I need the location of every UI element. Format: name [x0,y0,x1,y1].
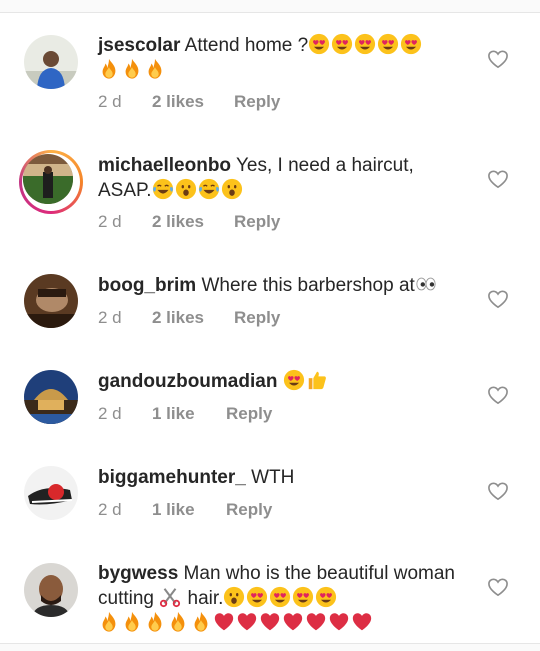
heart-eyes-emoji [269,586,291,608]
header-divider [0,0,540,13]
heart-icon[interactable] [487,577,509,597]
reply-button[interactable]: Reply [234,308,280,328]
comment-username[interactable]: biggamehunter_ [98,467,246,488]
thumbs-up-emoji [306,369,328,391]
red-heart-emoji [282,611,304,633]
likes-count[interactable]: 1 like [152,500,226,520]
fire-emoji [98,58,120,80]
red-heart-emoji [236,611,258,633]
heart-icon[interactable] [487,289,509,309]
scissors-emoji [159,586,181,608]
eyes-emoji [415,273,437,295]
comment-text: WTH [251,467,295,488]
open-mouth-emoji [223,586,245,608]
comment-username[interactable]: boog_brim [98,275,196,296]
comment-text: Where this barbershop at [201,275,415,296]
avatar[interactable] [19,150,83,214]
reply-button[interactable]: Reply [226,500,272,520]
avatar[interactable] [24,563,78,617]
comment-username[interactable]: gandouzboumadian [98,371,277,392]
comment-meta: 2 d 1 like Reply [98,500,272,520]
comment-time: 2 d [98,500,122,519]
heart-eyes-emoji [292,586,314,608]
heart-eyes-emoji [331,33,353,55]
red-heart-emoji [305,611,327,633]
likes-count[interactable]: 2 likes [152,308,234,328]
comment-time: 2 d [98,212,122,231]
tears-of-joy-emoji [198,178,220,200]
avatar[interactable] [24,370,78,424]
comment-username[interactable]: jsescolar [98,35,180,56]
red-heart-emoji [351,611,373,633]
reply-button[interactable]: Reply [234,212,280,232]
red-heart-emoji [328,611,350,633]
heart-eyes-emoji [377,33,399,55]
comment-text: hair. [187,588,224,609]
likes-count[interactable]: 2 likes [152,92,234,112]
reply-button[interactable]: Reply [234,92,280,112]
comment-meta: 2 d 2 likes Reply [98,212,280,232]
avatar[interactable] [24,35,78,89]
heart-eyes-emoji [308,33,330,55]
comment-text: Attend home ? [184,35,309,56]
comment-time: 2 d [98,308,122,327]
likes-count[interactable]: 1 like [152,404,226,424]
fire-emoji [144,58,166,80]
fire-emoji [121,611,143,633]
fire-emoji [190,611,212,633]
comment-meta: 2 d 2 likes Reply [98,308,280,328]
heart-eyes-emoji [283,369,305,391]
avatar[interactable] [24,274,78,328]
heart-icon[interactable] [487,49,509,69]
red-heart-emoji [259,611,281,633]
fire-emoji [98,611,120,633]
comment-username[interactable]: michaelleonbo [98,155,231,176]
heart-eyes-emoji [400,33,422,55]
heart-eyes-emoji [354,33,376,55]
avatar[interactable] [24,466,78,520]
comment-meta: 2 d 2 likes Reply [98,92,280,112]
heart-icon[interactable] [487,169,509,189]
likes-count[interactable]: 2 likes [152,212,234,232]
comment-username[interactable]: bygwess [98,563,178,584]
open-mouth-emoji [221,178,243,200]
tears-of-joy-emoji [152,178,174,200]
red-heart-emoji [213,611,235,633]
comment-time: 2 d [98,404,122,423]
comment-time: 2 d [98,92,122,111]
heart-eyes-emoji [246,586,268,608]
heart-icon[interactable] [487,481,509,501]
heart-icon[interactable] [487,385,509,405]
heart-eyes-emoji [315,586,337,608]
fire-emoji [121,58,143,80]
fire-emoji [144,611,166,633]
comment-meta: 2 d 1 like Reply [98,404,272,424]
open-mouth-emoji [175,178,197,200]
fire-emoji [167,611,189,633]
reply-button[interactable]: Reply [226,404,272,424]
